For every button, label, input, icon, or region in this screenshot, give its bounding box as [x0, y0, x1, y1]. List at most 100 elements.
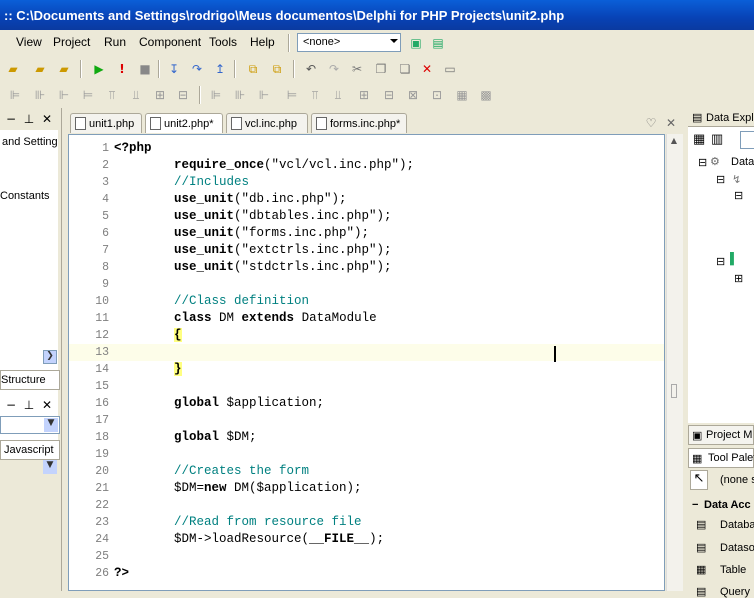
code-line[interactable]: 16 global $application; — [69, 395, 664, 412]
code-line[interactable]: 3 //Includes — [69, 174, 664, 191]
step-over-icon[interactable]: ↷ — [188, 60, 206, 78]
table-icon[interactable]: ▥ — [711, 131, 723, 147]
tree-root[interactable]: Data — [731, 156, 754, 168]
align-icon[interactable]: ⊟ — [380, 86, 398, 104]
pointer-icon[interactable]: ↖ — [690, 470, 708, 490]
align-icon[interactable]: ⫪ — [306, 86, 324, 104]
code-line[interactable]: 5 use_unit("dbtables.inc.php"); — [69, 208, 664, 225]
minus-icon[interactable]: − — [2, 110, 20, 128]
tab-javascript[interactable]: Javascript — [4, 444, 54, 456]
align-icon[interactable]: ⊠ — [404, 86, 422, 104]
code-line[interactable]: 19 — [69, 446, 664, 463]
grid-icon[interactable]: ▦ — [693, 131, 705, 147]
redo-icon[interactable]: ↷ — [325, 60, 343, 78]
code-line[interactable]: 13 — [69, 344, 664, 361]
toggle-form-icon[interactable]: ▤ — [429, 34, 447, 52]
tab-list-icon[interactable]: ♡ — [642, 114, 660, 132]
view-unit-icon[interactable]: ⧉ — [268, 60, 286, 78]
align-icon[interactable]: ▦ — [453, 86, 471, 104]
collapse-icon[interactable]: ⊟ — [716, 255, 725, 268]
code-line[interactable]: 2 require_once("vcl/vcl.inc.php"); — [69, 157, 664, 174]
tab-unit2[interactable]: unit2.php* — [145, 113, 223, 133]
code-line[interactable]: 6 use_unit("forms.inc.php"); — [69, 225, 664, 242]
collapse-icon[interactable]: ⊟ — [734, 189, 743, 202]
expand-icon[interactable]: ⊞ — [734, 272, 743, 285]
chevron-down-icon[interactable]: ▼ — [43, 460, 57, 474]
code-line[interactable]: 20 //Creates the form — [69, 463, 664, 480]
palette-item[interactable]: Query — [720, 586, 750, 598]
scroll-up-icon[interactable]: ▲ — [668, 136, 680, 148]
palette-item[interactable]: Dataso — [720, 542, 754, 554]
chevron-down-icon[interactable]: ▼ — [44, 418, 58, 432]
data-explorer-title[interactable]: Data Expl — [706, 112, 754, 124]
collapse-icon[interactable]: − — [692, 499, 698, 511]
pin-icon[interactable]: ⊥ — [20, 396, 38, 414]
open-folder-icon[interactable]: ▰ — [4, 60, 22, 78]
code-line[interactable]: 7 use_unit("extctrls.inc.php"); — [69, 242, 664, 259]
align-icon[interactable]: ⊨ — [79, 86, 97, 104]
delete-icon[interactable]: ✕ — [418, 60, 436, 78]
code-line[interactable]: 4 use_unit("db.inc.php"); — [69, 191, 664, 208]
menu-view[interactable]: View — [16, 35, 42, 49]
scroll-right-icon[interactable]: ❯ — [43, 350, 57, 364]
align-icon[interactable]: ▩ — [477, 86, 495, 104]
select-all-icon[interactable]: ▭ — [441, 60, 459, 78]
menu-project[interactable]: Project — [53, 35, 90, 49]
code-line[interactable]: 1 <?php — [69, 140, 664, 157]
toggle-icon[interactable]: ⧉ — [244, 60, 262, 78]
form-combo[interactable]: <none> — [297, 33, 401, 52]
code-line[interactable]: 9 — [69, 276, 664, 293]
code-line[interactable]: 14 } — [69, 361, 664, 378]
align-icon[interactable]: ⫪ — [103, 86, 121, 104]
tree-item[interactable]: Constants — [0, 190, 50, 202]
tab-vcl-inc[interactable]: vcl.inc.php — [226, 113, 308, 133]
copy-icon[interactable]: ❐ — [372, 60, 390, 78]
align-icon[interactable]: ⊨ — [283, 86, 301, 104]
chevron-down-icon[interactable] — [390, 39, 398, 43]
code-line[interactable]: 24 $DM->loadResource(__FILE__); — [69, 531, 664, 548]
menu-run[interactable]: Run — [104, 35, 126, 49]
minus-icon[interactable]: − — [2, 396, 20, 414]
code-line[interactable]: 11 class DM extends DataModule — [69, 310, 664, 327]
project-manager-tab[interactable]: Project M — [706, 429, 752, 441]
undo-icon[interactable]: ↶ — [302, 60, 320, 78]
align-icon[interactable]: ⊡ — [428, 86, 446, 104]
tab-forms-inc[interactable]: forms.inc.php* — [311, 113, 407, 133]
menu-help[interactable]: Help — [250, 35, 275, 49]
menu-tools[interactable]: Tools — [209, 35, 237, 49]
code-line[interactable]: 17 — [69, 412, 664, 429]
code-line[interactable]: 8 use_unit("stdctrls.inc.php"); — [69, 259, 664, 276]
code-line[interactable]: 25 — [69, 548, 664, 565]
run-icon[interactable]: ▶ — [90, 60, 108, 78]
code-line[interactable]: 22 — [69, 497, 664, 514]
collapse-icon[interactable]: ⊟ — [698, 156, 707, 169]
align-icon[interactable]: ⊟ — [174, 86, 192, 104]
palette-item[interactable]: Databa — [720, 519, 754, 531]
close-icon[interactable]: ✕ — [38, 396, 56, 414]
save-all-icon[interactable]: ▰ — [55, 60, 73, 78]
code-editor[interactable]: 1 <?php 2 require_once("vcl/vcl.inc.php");… — [68, 134, 665, 591]
open-form-icon[interactable]: ▣ — [407, 34, 425, 52]
collapse-icon[interactable]: ⊟ — [716, 173, 725, 186]
tool-palette-tab[interactable]: Tool Palet — [708, 452, 754, 464]
palette-item[interactable]: Table — [720, 564, 746, 576]
align-icon[interactable]: ⊫ — [207, 86, 225, 104]
tree-item[interactable]: and Setting — [2, 136, 58, 148]
scroll-thumb[interactable] — [671, 384, 677, 398]
data-access-category[interactable]: Data Acc — [704, 499, 751, 511]
stop-icon[interactable]: ! — [113, 60, 131, 78]
menu-component[interactable]: Component — [139, 35, 201, 49]
step-out-icon[interactable]: ↥ — [211, 60, 229, 78]
align-icon[interactable]: ⊫ — [6, 86, 24, 104]
align-icon[interactable]: ⊞ — [355, 86, 373, 104]
align-icon[interactable]: ⊞ — [151, 86, 169, 104]
open-project-icon[interactable]: ▰ — [31, 60, 49, 78]
tab-unit1[interactable]: unit1.php — [70, 113, 142, 133]
code-line[interactable]: 12 { — [69, 327, 664, 344]
align-icon[interactable]: ⊩ — [255, 86, 273, 104]
align-icon[interactable]: ⫫ — [127, 86, 145, 104]
code-line[interactable]: 23 //Read from resource file — [69, 514, 664, 531]
close-tab-icon[interactable]: ✕ — [662, 114, 680, 132]
step-into-icon[interactable]: ↧ — [165, 60, 183, 78]
code-line[interactable]: 15 — [69, 378, 664, 395]
